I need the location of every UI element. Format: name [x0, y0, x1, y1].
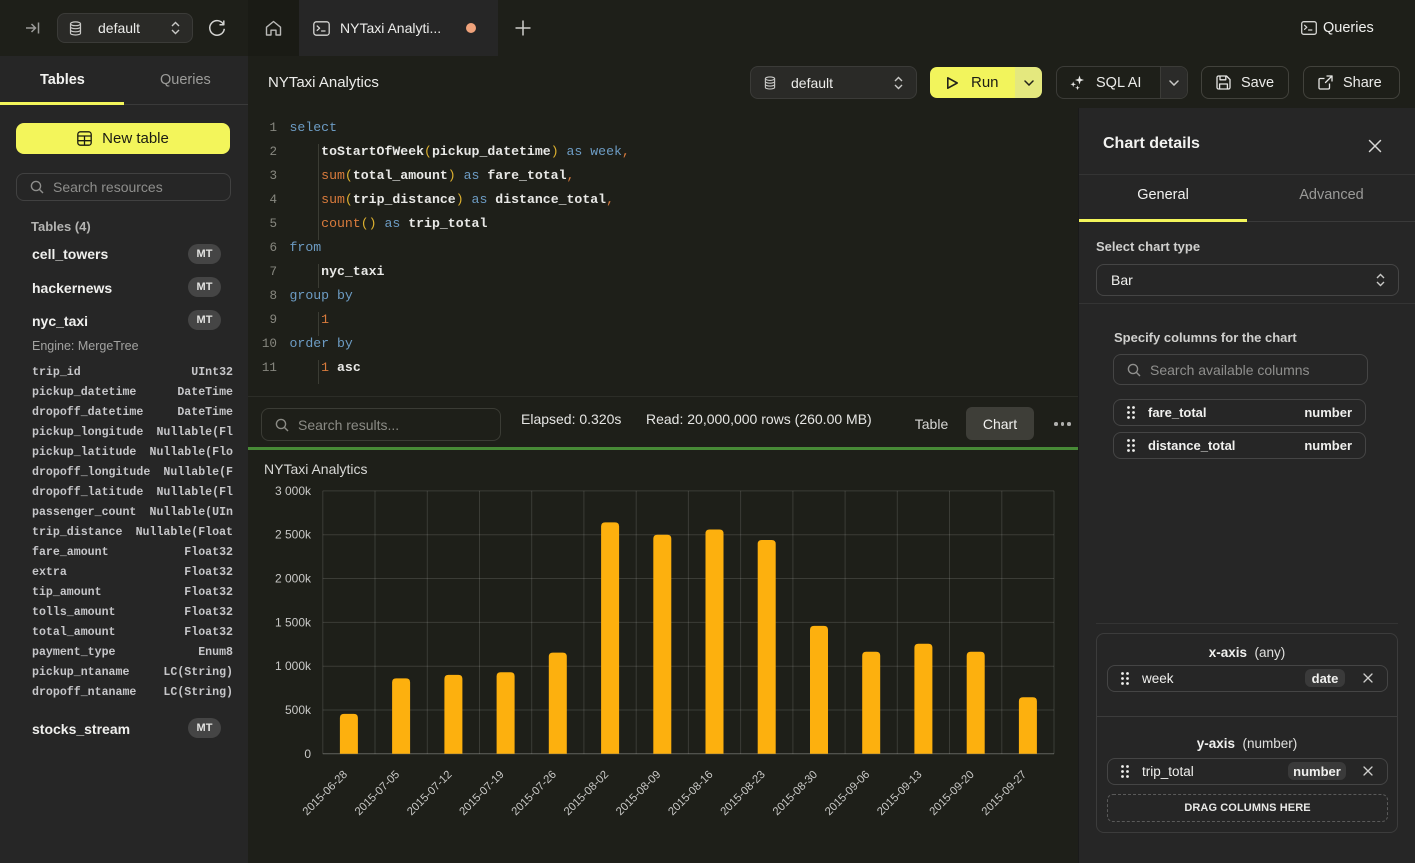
svg-text:2015-07-12: 2015-07-12 [405, 768, 454, 817]
svg-text:2015-08-30: 2015-08-30 [771, 768, 820, 817]
svg-text:2015-07-19: 2015-07-19 [457, 768, 506, 817]
svg-text:2015-09-20: 2015-09-20 [927, 768, 976, 817]
svg-text:1 000k: 1 000k [275, 659, 312, 673]
svg-text:2015-07-26: 2015-07-26 [510, 768, 559, 817]
svg-text:2015-09-06: 2015-09-06 [823, 768, 872, 817]
svg-text:2 000k: 2 000k [275, 571, 312, 585]
svg-text:2015-07-05: 2015-07-05 [353, 768, 402, 817]
svg-text:2015-08-16: 2015-08-16 [666, 768, 715, 817]
svg-text:500k: 500k [285, 703, 312, 717]
svg-text:2015-08-23: 2015-08-23 [718, 768, 767, 817]
svg-text:2015-06-28: 2015-06-28 [301, 768, 350, 817]
svg-text:2015-08-09: 2015-08-09 [614, 768, 663, 817]
svg-text:0: 0 [304, 746, 311, 760]
svg-text:1 500k: 1 500k [275, 615, 312, 629]
svg-text:NYTaxi Analytics: NYTaxi Analytics [264, 461, 367, 477]
svg-text:2015-09-13: 2015-09-13 [875, 768, 924, 817]
svg-text:2 500k: 2 500k [275, 527, 312, 541]
svg-text:3 000k: 3 000k [275, 483, 312, 497]
svg-text:2015-08-02: 2015-08-02 [562, 768, 611, 817]
svg-text:2015-09-27: 2015-09-27 [980, 768, 1029, 817]
